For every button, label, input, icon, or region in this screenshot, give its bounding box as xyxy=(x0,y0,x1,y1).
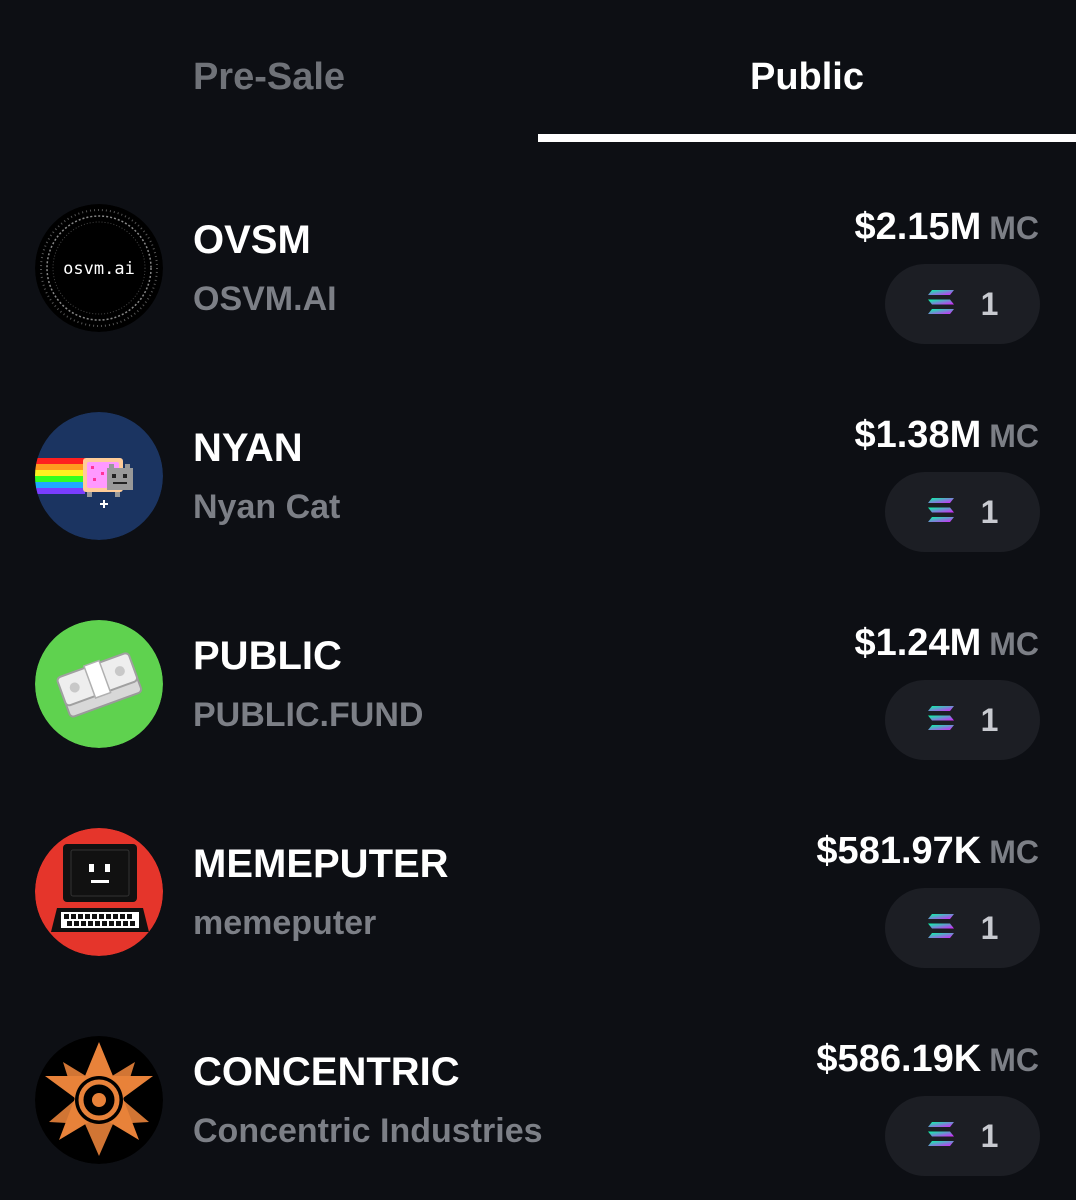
solana-icon xyxy=(927,497,955,528)
chain-count: 1 xyxy=(980,909,999,946)
token-name: OSVM.AI xyxy=(193,280,337,318)
chain-count: 1 xyxy=(980,1117,999,1154)
token-symbol: CONCENTRIC xyxy=(193,1050,460,1094)
token-name: PUBLIC.FUND xyxy=(193,696,424,734)
avatar-text: osvm.ai xyxy=(63,259,135,279)
market-cap: $586.19K MC xyxy=(816,1038,1039,1081)
market-cap-value: $586.19K xyxy=(816,1038,982,1080)
market-cap-value: $1.38M xyxy=(854,414,982,456)
chain-badge[interactable]: 1 xyxy=(885,1096,1040,1176)
solana-icon xyxy=(927,1121,955,1152)
token-row-ovsm[interactable]: osvm.ai OVSM OSVM.AI $2.15M MC 1 xyxy=(0,142,1076,350)
chain-count: 1 xyxy=(980,701,999,738)
chain-badge[interactable]: 1 xyxy=(885,472,1040,552)
market-cap-value: $2.15M xyxy=(854,206,982,248)
market-cap: $1.38M MC xyxy=(854,414,1039,457)
market-cap-label: MC xyxy=(989,834,1039,870)
token-row-memeputer[interactable]: MEMEPUTER memeputer $581.97K MC 1 xyxy=(0,766,1076,974)
nyan-cat-logo-icon xyxy=(35,412,163,540)
market-cap-label: MC xyxy=(989,210,1039,246)
solana-icon xyxy=(927,289,955,320)
chain-badge[interactable]: 1 xyxy=(885,888,1040,968)
market-cap-label: MC xyxy=(989,1042,1039,1078)
market-cap: $1.24M MC xyxy=(854,622,1039,665)
osvm-logo-icon: osvm.ai xyxy=(35,204,163,332)
market-cap-label: MC xyxy=(989,626,1039,662)
token-row-nyan[interactable]: NYAN Nyan Cat $1.38M MC 1 xyxy=(0,350,1076,558)
market-cap: $2.15M MC xyxy=(854,206,1039,249)
token-row-concentric[interactable]: CONCENTRIC Concentric Industries $586.19… xyxy=(0,974,1076,1182)
market-cap-value: $581.97K xyxy=(816,830,982,872)
token-symbol: NYAN xyxy=(193,426,303,470)
token-symbol: MEMEPUTER xyxy=(193,842,449,886)
chain-badge[interactable]: 1 xyxy=(885,264,1040,344)
market-cap-value: $1.24M xyxy=(854,622,982,664)
solana-icon xyxy=(927,705,955,736)
chain-count: 1 xyxy=(980,285,999,322)
token-name: memeputer xyxy=(193,904,377,942)
chain-badge[interactable]: 1 xyxy=(885,680,1040,760)
token-name: Concentric Industries xyxy=(193,1112,543,1150)
active-tab-indicator xyxy=(538,134,1076,142)
market-cap-label: MC xyxy=(989,418,1039,454)
solana-icon xyxy=(927,913,955,944)
token-row-public[interactable]: PUBLIC PUBLIC.FUND $1.24M MC 1 xyxy=(0,558,1076,766)
token-symbol: OVSM xyxy=(193,218,311,262)
tab-pre-sale[interactable]: Pre-Sale xyxy=(0,0,538,142)
tab-public[interactable]: Public xyxy=(538,0,1076,142)
token-symbol: PUBLIC xyxy=(193,634,342,678)
tab-bar: Pre-Sale Public xyxy=(0,0,1076,142)
token-name: Nyan Cat xyxy=(193,488,341,526)
computer-logo-icon xyxy=(35,828,163,956)
market-cap: $581.97K MC xyxy=(816,830,1039,873)
star-emblem-logo-icon xyxy=(35,1036,163,1164)
chain-count: 1 xyxy=(980,493,999,530)
money-stack-logo-icon xyxy=(35,620,163,748)
